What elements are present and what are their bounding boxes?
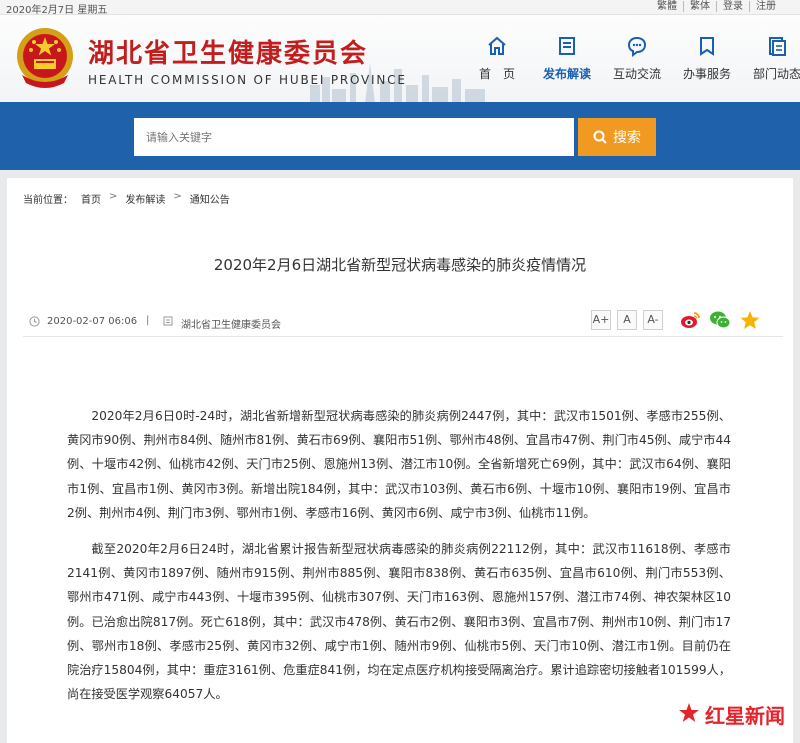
favorite-star-icon[interactable] (739, 310, 761, 330)
nav-department-news-label: 部门动态 (752, 67, 800, 81)
search-icon (593, 130, 607, 144)
article-meta: 2020-02-07 06:06 | 湖北省卫生健康委员会 A+ A A- (23, 306, 783, 337)
breadcrumb-notice[interactable]: 通知公告 (190, 191, 230, 206)
main-nav: 首 页 发布解读 互动交流 办事服务 部门动态 (462, 35, 800, 82)
article-paragraph: 截至2020年2月6日24时，湖北省累计报告新型冠状病毒感染的肺炎病例22112… (67, 542, 731, 702)
national-emblem-icon (17, 28, 73, 88)
clock-icon (29, 316, 40, 327)
watermark-text: 红星新闻 (705, 703, 785, 728)
article-source: 湖北省卫生健康委员会 (181, 320, 281, 331)
org-english-name: HEALTH COMMISSION OF HUBEI PROVINCE (88, 73, 407, 87)
news-icon (769, 37, 786, 56)
register-link[interactable]: 注册 (749, 1, 782, 12)
nav-interaction[interactable]: 互动交流 (602, 35, 672, 82)
font-normal-button[interactable]: A (617, 310, 637, 330)
search-button[interactable]: 搜索 (578, 118, 656, 156)
breadcrumb-prefix: 当前位置： (23, 195, 73, 206)
nav-services[interactable]: 办事服务 (672, 35, 742, 82)
article-card: 当前位置： 首页 > 发布解读 > 通知公告 2020年2月6日湖北省新型冠状病… (7, 178, 793, 743)
nav-home-label: 首 页 (478, 67, 515, 81)
nav-release-interpretation-label: 发布解读 (542, 67, 591, 81)
nav-interaction-label: 互动交流 (612, 67, 661, 81)
chat-icon (627, 36, 647, 57)
article-body: 2020年2月6日0时-24时，湖北省新增新型冠状病毒感染的肺炎病例2447例，… (67, 404, 731, 718)
bookmark-icon (700, 37, 714, 56)
search-button-label: 搜索 (613, 130, 641, 146)
nav-department-news[interactable]: 部门动态 (742, 35, 800, 82)
nav-home[interactable]: 首 页 (462, 35, 532, 82)
watermark-logo: 红星新闻 (679, 699, 785, 729)
wechat-share-icon[interactable] (709, 310, 731, 330)
font-smaller-button[interactable]: A- (643, 310, 663, 330)
simplified-link[interactable]: 繁体 (683, 1, 716, 12)
document-icon (559, 37, 575, 55)
site-header: 湖北省卫生健康委员会 HEALTH COMMISSION OF HUBEI PR… (0, 15, 800, 102)
current-date: 2020年2月7日 星期五 (6, 5, 108, 16)
publish-date: 2020-02-07 06:06 (47, 316, 138, 327)
top-bar: 2020年2月7日 星期五 繁體 繁体 登录 注册 (0, 0, 800, 16)
font-larger-button[interactable]: A+ (591, 310, 611, 330)
article-title: 2020年2月6日湖北省新型冠状病毒感染的肺炎疫情情况 (213, 256, 587, 274)
org-name[interactable]: 湖北省卫生健康委员会 (88, 33, 368, 70)
weibo-share-icon[interactable] (679, 310, 701, 330)
breadcrumb-separator: > (109, 191, 118, 202)
search-input[interactable] (134, 118, 574, 156)
nav-services-label: 办事服务 (682, 67, 731, 81)
breadcrumb: 当前位置： 首页 > 发布解读 > 通知公告 (23, 191, 230, 206)
breadcrumb-release[interactable]: 发布解读 (125, 191, 165, 206)
nav-release-interpretation[interactable]: 发布解读 (532, 35, 602, 82)
home-icon (488, 36, 506, 55)
meta-divider: | (146, 315, 150, 326)
login-link[interactable]: 登录 (716, 1, 749, 12)
breadcrumb-home[interactable]: 首页 (81, 191, 101, 206)
top-links: 繁體 繁体 登录 注册 (651, 1, 782, 12)
search-band: 搜索 (0, 102, 800, 170)
article-paragraph: 2020年2月6日0时-24时，湖北省新增新型冠状病毒感染的肺炎病例2447例，… (67, 409, 731, 520)
source-icon (163, 316, 173, 326)
breadcrumb-separator: > (173, 191, 182, 202)
traditional-link[interactable]: 繁體 (651, 1, 683, 12)
